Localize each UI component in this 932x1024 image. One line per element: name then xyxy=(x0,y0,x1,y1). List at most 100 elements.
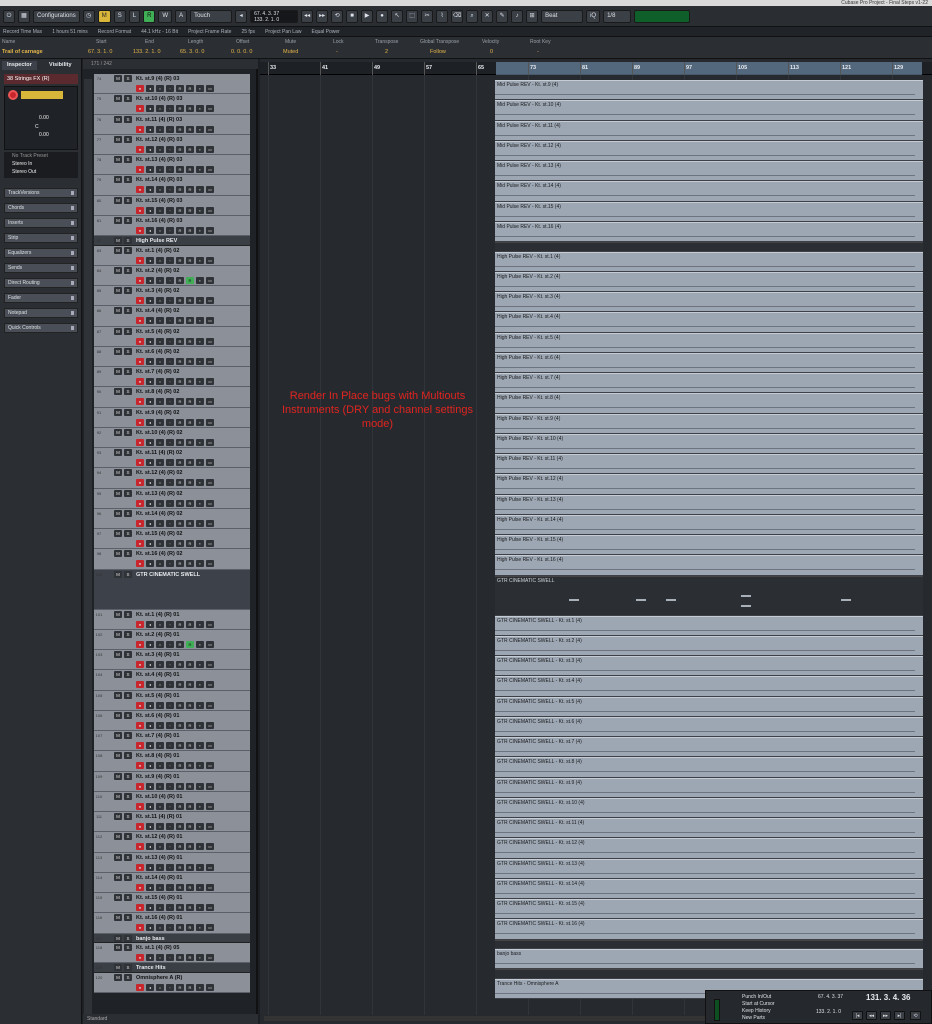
monitor-icon[interactable]: ◂ xyxy=(146,620,154,628)
record-enable-icon[interactable]: ● xyxy=(136,883,144,891)
solo-mode-button[interactable]: S xyxy=(113,9,126,23)
read-icon[interactable]: ○ xyxy=(156,983,164,991)
event-lane[interactable]: High Pulse REV - Kt. st.13 (4) xyxy=(495,494,923,515)
track-name[interactable]: Kt. st.11 (4) (R) 02 xyxy=(136,448,182,458)
arrow-icon[interactable]: ◂ xyxy=(235,9,248,23)
record-enable-icon[interactable]: ● xyxy=(136,418,144,426)
record-enable-icon[interactable]: ● xyxy=(136,661,144,668)
read-icon[interactable]: ○ xyxy=(156,357,164,365)
read-icon[interactable]: ○ xyxy=(156,701,164,709)
edit-icon[interactable]: ▪ xyxy=(196,166,204,173)
record-enable-icon[interactable]: ● xyxy=(136,256,144,264)
section-trackversions[interactable]: TrackVersions xyxy=(4,188,78,198)
event-lane[interactable]: GTR CINEMATIC SWELL xyxy=(495,575,923,616)
write-icon[interactable]: ◦ xyxy=(166,378,174,385)
record-enable-icon[interactable]: ● xyxy=(136,782,144,790)
read-icon[interactable]: ○ xyxy=(156,661,164,668)
monitor-icon[interactable]: ◂ xyxy=(146,954,154,961)
forward-icon[interactable]: ▸▸ xyxy=(880,1011,891,1020)
rewind-icon[interactable]: ◂◂ xyxy=(866,1011,877,1020)
grid-icon[interactable]: ▦ xyxy=(18,9,30,23)
monitor-icon[interactable]: ◂ xyxy=(146,398,154,406)
monitor-icon[interactable]: ◂ xyxy=(146,186,154,194)
read-automation-button[interactable]: R xyxy=(176,762,184,770)
track-name[interactable]: GTR CINEMATIC SWELL xyxy=(136,570,200,580)
read-toggle[interactable]: R xyxy=(186,782,194,790)
event-lane[interactable]: High Pulse REV - Kt. st.16 (4) xyxy=(495,555,923,576)
write-icon[interactable]: ◦ xyxy=(166,661,174,668)
section-equalizers[interactable]: Equalizers xyxy=(4,248,78,258)
audio-event-label[interactable]: GTR CINEMATIC SWELL - Kt. st.12 (4) xyxy=(497,840,585,846)
read-toggle[interactable]: R xyxy=(186,125,194,133)
mute-button[interactable]: M xyxy=(114,711,122,719)
read-icon[interactable]: ○ xyxy=(156,762,164,770)
event-lane[interactable]: Mid Pulse REV - Kt. st.16 (4) xyxy=(495,221,923,242)
mute-mode-button[interactable]: M xyxy=(97,9,111,23)
section-strip[interactable]: Strip xyxy=(4,233,78,243)
lane-icon[interactable]: ▭ xyxy=(206,843,214,851)
lane-icon[interactable]: ▭ xyxy=(206,125,214,133)
edit-icon[interactable]: ▪ xyxy=(196,863,204,871)
track-name[interactable]: Kt. st.9 (4) (R) 01 xyxy=(136,772,179,782)
activate-project-button[interactable]: ⏻ xyxy=(3,9,15,23)
read-toggle[interactable]: R xyxy=(186,540,194,547)
track-row[interactable]: 92 M S Kt. st.10 (4) (R) 02 ● ◂ ○ ◦ R R ▪ ▭ xyxy=(94,427,250,448)
read-automation-button[interactable]: R xyxy=(176,206,184,214)
record-enable-icon[interactable]: ● xyxy=(136,762,144,770)
read-automation-button[interactable]: R xyxy=(176,681,184,689)
section-chords[interactable]: Chords xyxy=(4,203,78,213)
read-automation-button[interactable]: R xyxy=(176,357,184,365)
audio-event-label[interactable]: GTR CINEMATIC SWELL - Kt. st.3 (4) xyxy=(497,658,582,664)
solo-button[interactable]: S xyxy=(124,75,132,82)
read-toggle[interactable]: R xyxy=(186,762,194,770)
event-lane[interactable]: GTR CINEMATIC SWELL - Kt. st.7 (4) xyxy=(495,737,923,758)
mute-button[interactable]: M xyxy=(114,792,122,800)
solo-button[interactable]: S xyxy=(124,95,132,103)
edit-icon[interactable]: ▪ xyxy=(196,125,204,133)
automation-mode-dropdown[interactable]: Touch xyxy=(190,9,233,23)
mute-button[interactable]: M xyxy=(114,327,122,335)
read-toggle[interactable]: R xyxy=(186,883,194,891)
audio-event-label[interactable]: GTR CINEMATIC SWELL - Kt. st.9 (4) xyxy=(497,780,582,786)
volume-value[interactable]: 0.00 xyxy=(39,115,49,121)
read-toggle[interactable]: R xyxy=(186,459,194,466)
read-icon[interactable]: ○ xyxy=(156,863,164,871)
solo-button[interactable]: S xyxy=(124,894,132,901)
read-toggle[interactable]: R xyxy=(186,256,194,264)
read-automation-button[interactable]: R xyxy=(176,540,184,547)
record-enable-icon[interactable]: ● xyxy=(136,317,144,325)
record-enable-icon[interactable]: ● xyxy=(136,499,144,507)
mute-button[interactable]: M xyxy=(114,509,122,517)
solo-button[interactable]: S xyxy=(124,287,132,294)
mute-tool-icon[interactable]: ✕ xyxy=(481,9,494,23)
mute-button[interactable]: M xyxy=(114,550,122,558)
monitor-icon[interactable]: ◂ xyxy=(146,681,154,689)
solo-button[interactable]: S xyxy=(124,630,132,638)
monitor-icon[interactable]: ◂ xyxy=(146,499,154,507)
track-name[interactable]: Kt. st.9 (4) (R) 03 xyxy=(136,74,179,84)
audio-event-label[interactable]: Mid Pulse REV - Kt. st.9 (4) xyxy=(497,82,558,88)
track-name[interactable]: Kt. st.14 (4) (R) 03 xyxy=(136,175,182,185)
event-lane[interactable] xyxy=(495,969,923,979)
event-lane[interactable]: GTR CINEMATIC SWELL - Kt. st.5 (4) xyxy=(495,696,923,717)
record-enable-icon[interactable]: ● xyxy=(136,560,144,568)
monitor-icon[interactable]: ◂ xyxy=(146,105,154,113)
track-row[interactable]: 76 M S Kt. st.11 (4) (R) 03 ● ◂ ○ ◦ R R ▪ ▭ xyxy=(94,114,250,135)
info-rootkey-value[interactable]: - xyxy=(537,49,539,55)
mute-button[interactable]: M xyxy=(114,944,122,951)
solo-button[interactable]: S xyxy=(124,408,132,416)
record-enable-icon[interactable]: ● xyxy=(136,297,144,304)
record-enable-icon[interactable]: ● xyxy=(136,519,144,527)
track-row[interactable]: 93 M S Kt. st.11 (4) (R) 02 ● ◂ ○ ◦ R R ▪ ▭ xyxy=(94,448,250,469)
record-enable-icon[interactable]: ● xyxy=(136,337,144,345)
draw-tool-icon[interactable]: ✎ xyxy=(496,9,509,23)
write-icon[interactable]: ◦ xyxy=(166,519,174,527)
lane-icon[interactable]: ▭ xyxy=(206,519,214,527)
record-enable-icon[interactable]: ● xyxy=(136,226,144,234)
write-icon[interactable]: ◦ xyxy=(166,883,174,891)
read-toggle[interactable]: R xyxy=(186,186,194,194)
mute-button[interactable]: M xyxy=(114,246,122,254)
solo-button[interactable]: S xyxy=(124,934,132,942)
snap-icon[interactable]: ⊞ xyxy=(526,9,539,23)
mute-button[interactable]: M xyxy=(114,610,122,618)
